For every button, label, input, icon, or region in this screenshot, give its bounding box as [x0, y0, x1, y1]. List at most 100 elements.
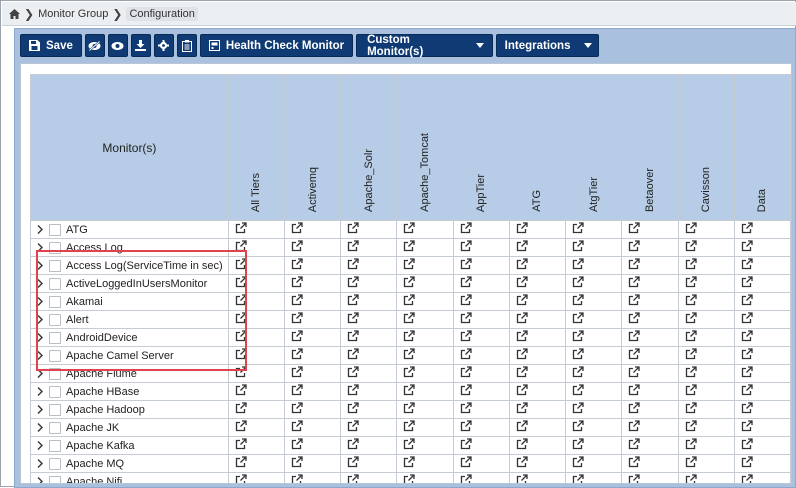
external-link-icon[interactable] [403, 438, 416, 450]
external-link-icon[interactable] [460, 348, 472, 360]
tier-column-header[interactable]: Cavisson [677, 74, 735, 221]
monitor-checkbox[interactable] [49, 277, 61, 290]
chevron-right-icon[interactable] [36, 261, 44, 270]
external-link-icon[interactable] [235, 438, 247, 450]
external-link-icon[interactable] [685, 330, 697, 342]
external-link-icon[interactable] [741, 222, 753, 234]
external-link-icon[interactable] [235, 402, 247, 414]
external-link-icon[interactable] [685, 240, 697, 252]
external-link-icon[interactable] [516, 366, 528, 378]
external-link-icon[interactable] [741, 348, 753, 360]
external-link-icon[interactable] [741, 438, 753, 450]
external-link-icon[interactable] [516, 312, 528, 324]
external-link-icon[interactable] [516, 330, 528, 342]
external-link-icon[interactable] [291, 348, 303, 360]
chevron-right-icon[interactable] [36, 441, 44, 450]
settings-button[interactable] [153, 34, 174, 57]
download-button[interactable] [130, 34, 151, 57]
external-link-icon[interactable] [685, 312, 697, 324]
external-link-icon[interactable] [572, 294, 584, 306]
external-link-icon[interactable] [460, 474, 472, 484]
external-link-icon[interactable] [628, 222, 640, 234]
monitor-checkbox[interactable] [49, 439, 61, 452]
external-link-icon[interactable] [741, 384, 753, 396]
external-link-icon[interactable] [628, 294, 640, 306]
integrations-dropdown[interactable]: Integrations [496, 34, 600, 57]
tier-column-header[interactable]: AtgTier [565, 74, 623, 221]
external-link-icon[interactable] [460, 402, 472, 414]
external-link-icon[interactable] [347, 312, 359, 324]
external-link-icon[interactable] [347, 402, 359, 414]
external-link-icon[interactable] [403, 348, 416, 360]
external-link-icon[interactable] [516, 294, 528, 306]
external-link-icon[interactable] [235, 420, 247, 432]
chevron-right-icon[interactable] [36, 459, 44, 468]
external-link-icon[interactable] [516, 258, 528, 270]
hide-button[interactable] [84, 34, 105, 57]
external-link-icon[interactable] [403, 240, 416, 252]
external-link-icon[interactable] [291, 456, 303, 468]
external-link-icon[interactable] [516, 276, 528, 288]
monitor-checkbox[interactable] [49, 385, 61, 398]
external-link-icon[interactable] [572, 474, 584, 484]
tier-column-header[interactable]: Apache_Tomcat [396, 74, 454, 221]
chevron-right-icon[interactable] [36, 315, 44, 324]
external-link-icon[interactable] [347, 258, 359, 270]
external-link-icon[interactable] [516, 348, 528, 360]
chevron-right-icon[interactable] [36, 387, 44, 396]
external-link-icon[interactable] [403, 402, 416, 414]
external-link-icon[interactable] [628, 276, 640, 288]
external-link-icon[interactable] [628, 438, 640, 450]
external-link-icon[interactable] [291, 222, 303, 234]
external-link-icon[interactable] [291, 474, 303, 484]
external-link-icon[interactable] [685, 384, 697, 396]
clipboard-button[interactable] [176, 34, 197, 57]
external-link-icon[interactable] [403, 312, 416, 324]
external-link-icon[interactable] [291, 258, 303, 270]
external-link-icon[interactable] [516, 384, 528, 396]
external-link-icon[interactable] [628, 456, 640, 468]
external-link-icon[interactable] [347, 420, 359, 432]
breadcrumb-item-monitor-group[interactable]: Monitor Group [38, 8, 108, 20]
monitor-checkbox[interactable] [49, 403, 61, 416]
external-link-icon[interactable] [460, 456, 472, 468]
external-link-icon[interactable] [347, 366, 359, 378]
external-link-icon[interactable] [628, 348, 640, 360]
external-link-icon[interactable] [628, 312, 640, 324]
external-link-icon[interactable] [460, 438, 472, 450]
external-link-icon[interactable] [628, 366, 640, 378]
external-link-icon[interactable] [685, 294, 697, 306]
external-link-icon[interactable] [347, 348, 359, 360]
external-link-icon[interactable] [685, 348, 697, 360]
external-link-icon[interactable] [741, 240, 753, 252]
external-link-icon[interactable] [572, 366, 584, 378]
external-link-icon[interactable] [516, 474, 528, 484]
monitor-checkbox[interactable] [49, 421, 61, 434]
tier-column-header[interactable]: AppTier [452, 74, 510, 221]
external-link-icon[interactable] [628, 240, 640, 252]
monitor-checkbox[interactable] [49, 457, 61, 470]
chevron-right-icon[interactable] [36, 333, 44, 342]
external-link-icon[interactable] [628, 420, 640, 432]
external-link-icon[interactable] [628, 330, 640, 342]
external-link-icon[interactable] [347, 222, 359, 234]
external-link-icon[interactable] [741, 276, 753, 288]
monitors-column-header[interactable]: Monitor(s) [30, 74, 229, 221]
external-link-icon[interactable] [460, 258, 472, 270]
external-link-icon[interactable] [741, 402, 753, 414]
monitor-checkbox[interactable] [49, 331, 61, 344]
chevron-right-icon[interactable] [36, 423, 44, 432]
external-link-icon[interactable] [460, 330, 472, 342]
monitor-checkbox[interactable] [49, 295, 61, 308]
external-link-icon[interactable] [741, 366, 753, 378]
external-link-icon[interactable] [403, 474, 416, 484]
chevron-right-icon[interactable] [36, 369, 44, 378]
external-link-icon[interactable] [572, 312, 584, 324]
external-link-icon[interactable] [235, 240, 247, 252]
external-link-icon[interactable] [403, 258, 416, 270]
external-link-icon[interactable] [235, 330, 247, 342]
external-link-icon[interactable] [291, 312, 303, 324]
external-link-icon[interactable] [741, 474, 753, 484]
chevron-right-icon[interactable] [36, 225, 44, 234]
chevron-right-icon[interactable] [36, 477, 44, 483]
